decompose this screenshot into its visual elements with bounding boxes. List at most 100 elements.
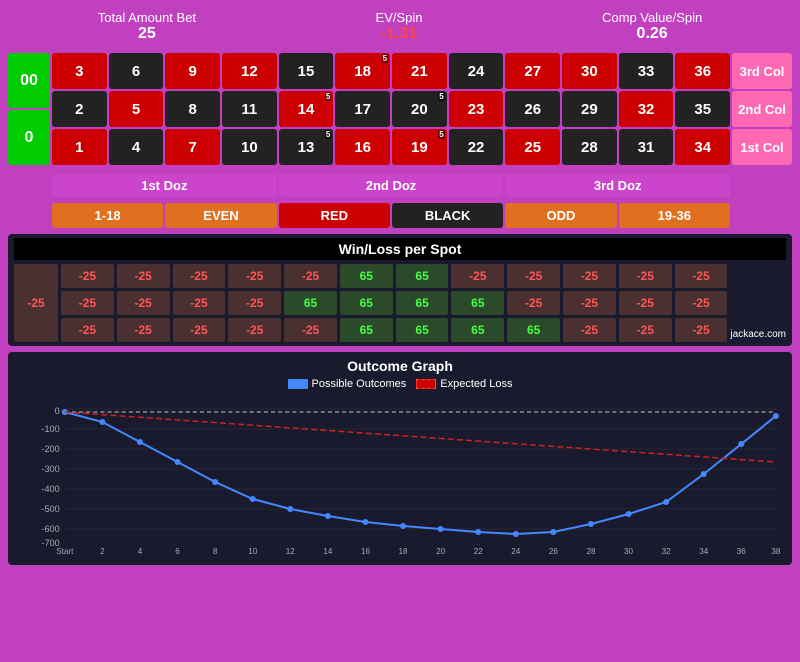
total-bet-block: Total Amount Bet 25 [98,10,196,43]
svg-text:-500: -500 [41,504,59,514]
wl-cell: -25 [117,291,170,315]
num-35[interactable]: 35 [675,91,730,127]
num-23[interactable]: 23 [449,91,504,127]
wl-cell: -25 [451,264,504,288]
num-19[interactable]: 195 [392,129,447,165]
num-1[interactable]: 1 [52,129,107,165]
num-28[interactable]: 28 [562,129,617,165]
outside-col-spacer [732,203,792,228]
legend-expected-label: Expected Loss [440,378,512,390]
num-27[interactable]: 27 [505,53,560,89]
wl-cell: -25 [675,291,728,315]
num-2[interactable]: 2 [52,91,107,127]
num-13[interactable]: 135 [279,129,334,165]
num-8[interactable]: 8 [165,91,220,127]
num-12[interactable]: 12 [222,53,277,89]
wl-cell-green: 65 [507,318,560,342]
num-9[interactable]: 9 [165,53,220,89]
wl-row-2: -25 -25 -25 -25 65 65 65 65 -25 -25 -25 … [61,291,727,315]
legend-red-box [416,379,436,389]
graph-title: Outcome Graph [14,358,786,374]
num-29[interactable]: 29 [562,91,617,127]
dozens-row: 1st Doz 2nd Doz 3rd Doz [8,171,792,197]
num-26[interactable]: 26 [505,91,560,127]
zero-00[interactable]: 00 [8,53,50,108]
ev-block: EV/Spin -1.31 [376,10,423,43]
wl-cell: -25 [61,264,114,288]
wl-cell-green: 65 [340,264,393,288]
num-20[interactable]: 205 [392,91,447,127]
bet-red[interactable]: RED [279,203,390,228]
wl-cell-green: 65 [340,291,393,315]
num-11[interactable]: 11 [222,91,277,127]
wl-cell: -25 [228,291,281,315]
outcome-graph-svg: 0 -100 -200 -300 -400 -500 -600 -700 Sta… [14,394,786,554]
num-14[interactable]: 145 [279,91,334,127]
num-34[interactable]: 34 [675,129,730,165]
svg-text:0: 0 [55,406,60,416]
num-25[interactable]: 25 [505,129,560,165]
num-6[interactable]: 6 [109,53,164,89]
bet-even[interactable]: EVEN [165,203,276,228]
num-3[interactable]: 3 [52,53,107,89]
num-30[interactable]: 30 [562,53,617,89]
num-24[interactable]: 24 [449,53,504,89]
num-33[interactable]: 33 [619,53,674,89]
comp-value: 0.26 [602,25,702,43]
num-31[interactable]: 31 [619,129,674,165]
num-22[interactable]: 22 [449,129,504,165]
col-label-spacer [732,174,792,197]
num-7[interactable]: 7 [165,129,220,165]
num-15[interactable]: 15 [279,53,334,89]
bet-odd[interactable]: ODD [505,203,616,228]
wl-cell: -25 [61,318,114,342]
wl-cell: -25 [228,264,281,288]
svg-text:8: 8 [213,547,218,554]
col-label-1st[interactable]: 1st Col [732,129,792,165]
num-5[interactable]: 5 [109,91,164,127]
num-4[interactable]: 4 [109,129,164,165]
ev-value: -1.31 [376,25,423,43]
svg-text:34: 34 [699,547,709,554]
bet-19-36[interactable]: 19-36 [619,203,730,228]
num-16[interactable]: 16 [335,129,390,165]
svg-text:20: 20 [436,547,446,554]
number-row-1: 3 6 9 12 15 185 21 24 27 30 33 36 [52,53,730,89]
bet-1-18[interactable]: 1-18 [52,203,163,228]
num-10[interactable]: 10 [222,129,277,165]
comp-block: Comp Value/Spin 0.26 [602,10,702,43]
outcome-graph-section: Outcome Graph Possible Outcomes Expected… [8,352,792,565]
win-loss-section: Win/Loss per Spot -25 -25 -25 -25 -25 -2… [8,234,792,346]
ev-label: EV/Spin [376,10,423,25]
outside-bets-row: 1-18 EVEN RED BLACK ODD 19-36 [8,203,792,228]
wl-cell: -25 [675,264,728,288]
zeros-column: 00 0 [8,53,50,165]
svg-text:-600: -600 [41,524,59,534]
wl-cell: -25 [228,318,281,342]
wl-numbers-area: -25 -25 -25 -25 -25 65 65 -25 -25 -25 -2… [61,264,727,342]
wl-cell: -25 [117,318,170,342]
zero-0[interactable]: 0 [8,110,50,165]
svg-text:14: 14 [323,547,333,554]
wl-cell-green: 65 [340,318,393,342]
wl-row-1: -25 -25 -25 -25 -25 65 65 -25 -25 -25 -2… [61,264,727,288]
col-label-2nd[interactable]: 2nd Col [732,91,792,127]
num-21[interactable]: 21 [392,53,447,89]
wl-cell-green: 65 [396,318,449,342]
wl-cell: -25 [563,264,616,288]
number-row-2: 2 5 8 11 145 17 205 23 26 29 32 35 [52,91,730,127]
doz-1st[interactable]: 1st Doz [52,174,277,197]
wl-cell-green: 65 [284,291,337,315]
wl-zero-cell: -25 [14,264,58,342]
num-36[interactable]: 36 [675,53,730,89]
col-label-3rd[interactable]: 3rd Col [732,53,792,89]
wl-cell-green: 65 [451,291,504,315]
num-17[interactable]: 17 [335,91,390,127]
num-32[interactable]: 32 [619,91,674,127]
doz-3rd[interactable]: 3rd Doz [505,174,730,197]
bet-black[interactable]: BLACK [392,203,503,228]
doz-2nd[interactable]: 2nd Doz [279,174,504,197]
legend-possible-label: Possible Outcomes [312,378,407,390]
svg-text:32: 32 [662,547,672,554]
num-18[interactable]: 185 [335,53,390,89]
